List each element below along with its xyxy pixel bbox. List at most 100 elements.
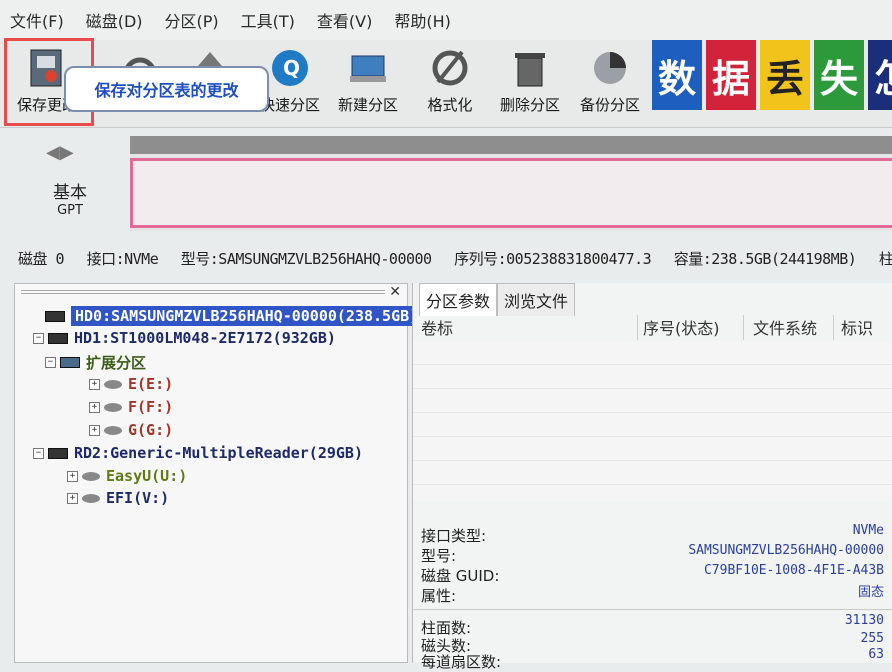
expand-icon[interactable]: + bbox=[67, 470, 78, 482]
tree-label: EasyU(U:) bbox=[106, 467, 188, 485]
disk-icon bbox=[45, 310, 65, 322]
disk-interface: 接口:NVMe bbox=[86, 250, 159, 268]
partition-icon bbox=[104, 379, 122, 389]
disk-model: 型号:SAMSUNGMZVLB256HAHQ-00000 bbox=[180, 250, 432, 268]
tree-item-e[interactable]: + E(E:) bbox=[89, 375, 173, 393]
collapse-icon[interactable]: − bbox=[33, 447, 44, 459]
partition-icon bbox=[60, 357, 80, 368]
menu-bar: 文件(F) 磁盘(D) 分区(P) 工具(T) 查看(V) 帮助(H) bbox=[0, 0, 892, 40]
tree-item-hd0[interactable]: HD0:SAMSUNGMZVLB256HAHQ-00000(238.5GB) bbox=[45, 306, 423, 326]
disk-guid-label: 磁盘 GUID: bbox=[421, 567, 500, 585]
format-icon bbox=[428, 46, 472, 90]
interface-type-label: 接口类型: bbox=[421, 527, 487, 545]
collapse-icon[interactable]: − bbox=[33, 332, 44, 344]
expand-icon[interactable]: + bbox=[67, 492, 78, 504]
heads-value: 255 bbox=[860, 631, 884, 646]
detail-tabs: 分区参数 浏览文件 bbox=[419, 283, 576, 316]
disk-nav-arrows[interactable]: ◀▶ bbox=[46, 142, 74, 163]
tree-item-f[interactable]: + F(F:) bbox=[89, 398, 173, 416]
menu-help[interactable]: 帮助(H) bbox=[394, 8, 451, 32]
expand-icon[interactable]: + bbox=[89, 401, 100, 413]
interface-type-value: NVMe bbox=[852, 523, 884, 538]
tree-item-extended[interactable]: − 扩展分区 bbox=[45, 352, 146, 373]
cylinders-value: 31130 bbox=[844, 613, 884, 628]
partition-icon bbox=[82, 471, 100, 481]
backup-partition-button[interactable]: 备份分区 bbox=[570, 46, 650, 115]
model-value: SAMSUNGMZVLB256HAHQ-00000 bbox=[688, 543, 884, 558]
banner-tile: 数 bbox=[652, 40, 702, 110]
partition-bar[interactable] bbox=[130, 158, 892, 228]
tooltip: 保存对分区表的更改 bbox=[64, 66, 269, 112]
trash-icon bbox=[508, 46, 552, 90]
banner-tile: 据 bbox=[706, 40, 756, 110]
column-divider bbox=[637, 315, 638, 340]
column-index-status[interactable]: 序号(状态) bbox=[643, 315, 720, 339]
data-recovery-banner[interactable]: 数 据 丢 失 怎 bbox=[652, 40, 892, 122]
tree-label: RD2:Generic-MultipleReader(29GB) bbox=[74, 444, 363, 462]
collapse-icon[interactable]: − bbox=[45, 357, 56, 368]
tree-item-g[interactable]: + G(G:) bbox=[89, 421, 173, 439]
next-disk-icon[interactable]: ▶ bbox=[60, 142, 74, 163]
tree-label: G(G:) bbox=[128, 421, 174, 439]
format-button[interactable]: 格式化 bbox=[410, 46, 490, 115]
attribute-label: 属性: bbox=[421, 587, 457, 605]
new-partition-icon bbox=[346, 46, 390, 90]
expand-icon[interactable]: + bbox=[89, 424, 100, 436]
tab-partition-params[interactable]: 分区参数 bbox=[419, 283, 498, 316]
delete-partition-button[interactable]: 删除分区 bbox=[490, 46, 570, 115]
column-divider bbox=[833, 315, 834, 340]
svg-text:Q: Q bbox=[283, 56, 300, 80]
column-filesystem[interactable]: 文件系统 bbox=[753, 315, 817, 339]
disk-tree-panel: ✕ HD0:SAMSUNGMZVLB256HAHQ-00000(238.5GB)… bbox=[14, 283, 423, 663]
column-flag[interactable]: 标识 bbox=[841, 315, 873, 339]
disk-info-more: 柱 bbox=[878, 250, 892, 268]
banner-tile: 失 bbox=[814, 40, 864, 110]
tree-label: F(F:) bbox=[128, 398, 174, 416]
partition-icon bbox=[82, 493, 100, 503]
column-divider bbox=[743, 315, 744, 340]
panel-grip[interactable] bbox=[21, 290, 385, 294]
tab-browse-files[interactable]: 浏览文件 bbox=[497, 283, 576, 316]
details-divider bbox=[413, 609, 892, 610]
menu-disk[interactable]: 磁盘(D) bbox=[86, 8, 143, 32]
tree-item-rd2[interactable]: − RD2:Generic-MultipleReader(29GB) bbox=[33, 444, 363, 462]
close-icon[interactable]: ✕ bbox=[389, 284, 401, 300]
backup-icon bbox=[588, 46, 632, 90]
menu-view[interactable]: 查看(V) bbox=[317, 8, 372, 32]
menu-partition[interactable]: 分区(P) bbox=[165, 8, 219, 32]
expand-icon[interactable]: + bbox=[89, 378, 100, 390]
banner-tile: 怎 bbox=[868, 40, 892, 110]
prev-disk-icon[interactable]: ◀ bbox=[46, 142, 60, 163]
new-partition-button[interactable]: 新建分区 bbox=[328, 46, 408, 115]
disk-guid-value: C79BF10E-1008-4F1E-A43B bbox=[703, 563, 884, 578]
sectors-value: 63 bbox=[868, 647, 884, 662]
partition-scheme: GPT bbox=[57, 203, 83, 218]
details-panel: 分区参数 浏览文件 卷标 序号(状态) 文件系统 标识 接口类型: NVMe 型… bbox=[412, 283, 892, 671]
disk-type-label: 基本 GPT bbox=[40, 178, 100, 218]
quick-partition-icon: Q bbox=[268, 46, 312, 90]
tree-item-hd1[interactable]: − HD1:ST1000LM048-2E7172(932GB) bbox=[33, 329, 336, 347]
tree-label: EFI(V:) bbox=[106, 489, 170, 507]
disk-icon bbox=[48, 447, 68, 459]
partition-list[interactable] bbox=[413, 341, 892, 501]
attribute-value: 固态 bbox=[857, 585, 884, 600]
column-volume-label[interactable]: 卷标 bbox=[421, 315, 453, 339]
tree-label: E(E:) bbox=[128, 375, 174, 393]
partition-icon bbox=[104, 402, 122, 412]
tree-item-easyu[interactable]: + EasyU(U:) bbox=[67, 467, 187, 485]
banner-tile: 丢 bbox=[760, 40, 810, 110]
disk-map[interactable] bbox=[130, 136, 892, 231]
tree-item-efi[interactable]: + EFI(V:) bbox=[67, 489, 169, 507]
menu-tools[interactable]: 工具(T) bbox=[241, 8, 295, 32]
disk-capacity: 容量:238.5GB(244198MB) bbox=[673, 250, 857, 268]
disk-info-line: 磁盘 0 接口:NVMe 型号:SAMSUNGMZVLB256HAHQ-0000… bbox=[18, 248, 892, 269]
tree-label: HD1:ST1000LM048-2E7172(932GB) bbox=[74, 329, 336, 347]
partition-icon bbox=[104, 425, 122, 435]
disk-index: 磁盘 0 bbox=[18, 250, 65, 268]
disk-icon bbox=[48, 332, 68, 344]
disk-kind: 基本 bbox=[53, 183, 87, 203]
menu-file[interactable]: 文件(F) bbox=[10, 8, 64, 32]
tree-label: 扩展分区 bbox=[86, 354, 147, 372]
disk-serial: 序列号:005238831800477.3 bbox=[454, 250, 652, 268]
model-label: 型号: bbox=[421, 547, 457, 565]
